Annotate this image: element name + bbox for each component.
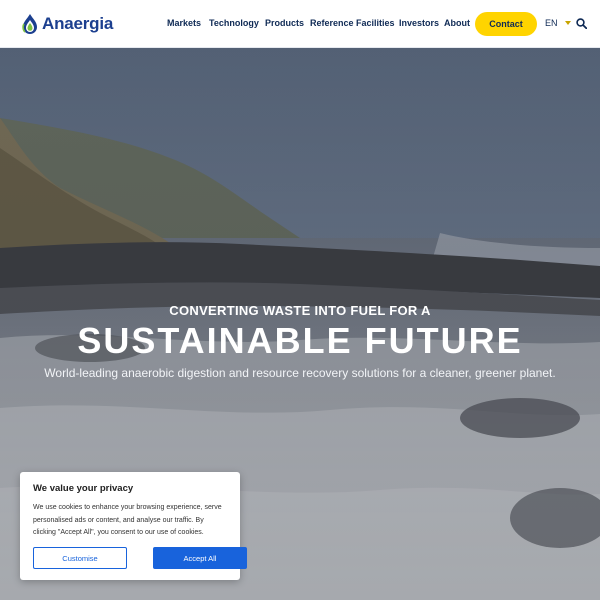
search-icon[interactable] — [576, 18, 587, 29]
site-header: Anaergia Markets Technology Products Ref… — [0, 0, 600, 48]
cookie-description: We use cookies to enhance your browsing … — [33, 504, 222, 536]
caret-down-icon — [564, 21, 571, 25]
flame-logo-icon — [22, 14, 37, 34]
brand-name: Anaergia — [42, 14, 114, 33]
language-label: EN — [545, 18, 558, 28]
nav-investors[interactable]: Investors — [399, 17, 439, 29]
hero-eyebrow: CONVERTING WASTE INTO FUEL FOR A — [169, 303, 431, 318]
anaergia-logo[interactable]: Anaergia — [21, 12, 113, 36]
nav-products[interactable]: Products — [265, 17, 304, 29]
nav-about[interactable]: About — [444, 17, 470, 29]
nav-markets[interactable]: Markets — [167, 17, 201, 29]
accept-all-button[interactable]: Accept All — [153, 547, 247, 569]
hero-subtitle: World-leading anaerobic digestion and re… — [44, 366, 556, 380]
language-selector[interactable]: EN — [545, 17, 571, 29]
contact-button[interactable]: Contact — [475, 12, 537, 36]
nav-reference-facilities[interactable]: Reference Facilities — [310, 17, 395, 29]
customise-button[interactable]: Customise — [33, 547, 127, 569]
cookie-title: We value your privacy — [33, 483, 134, 494]
hero-title: SUSTAINABLE FUTURE — [77, 320, 523, 361]
nav-technology[interactable]: Technology — [209, 17, 259, 29]
cookie-consent-banner: We value your privacy We use cookies to … — [20, 472, 247, 580]
